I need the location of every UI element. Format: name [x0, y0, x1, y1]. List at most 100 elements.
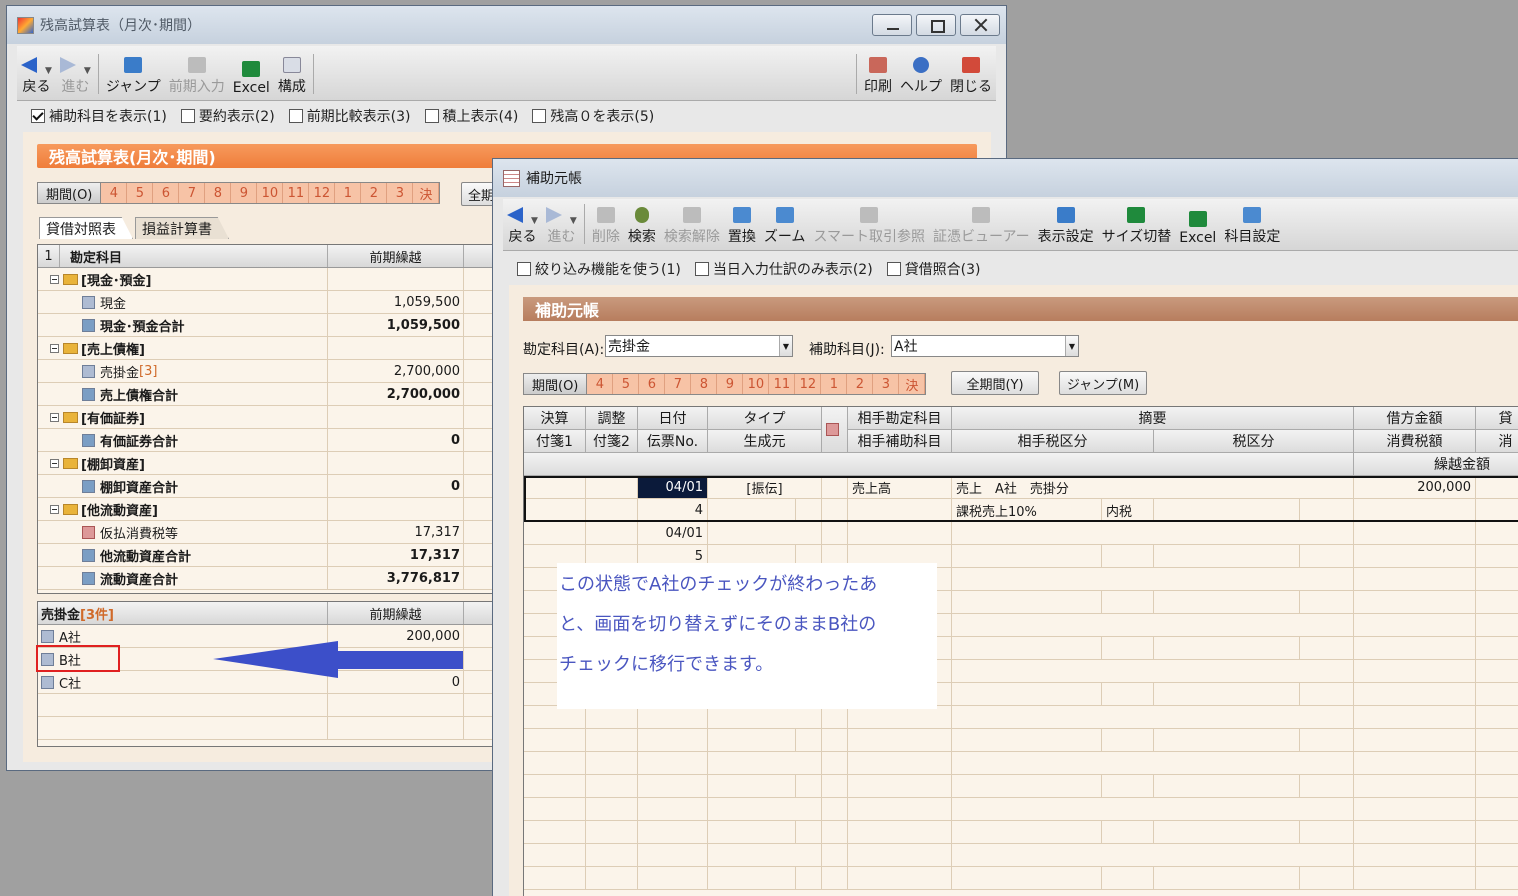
entry-adjust[interactable] [586, 752, 638, 775]
entry-partner-tax-mode[interactable] [1102, 683, 1154, 706]
toolbar-button-0[interactable]: ▼ 戻る [17, 46, 56, 100]
entry-adjust[interactable] [586, 729, 638, 752]
entry-partner-tax-mode[interactable] [1102, 821, 1154, 844]
entry-debit[interactable] [1354, 798, 1476, 821]
entry-date[interactable]: 04/01 [638, 476, 708, 499]
entry-partner[interactable] [848, 522, 952, 545]
month-12[interactable]: 決 [899, 374, 926, 394]
collapse-icon[interactable] [50, 458, 59, 468]
month-12[interactable]: 決 [413, 183, 440, 203]
toolbar-button-0[interactable]: ▼ 戻る [503, 199, 542, 250]
entry-slip-no[interactable] [638, 775, 708, 798]
month-10[interactable]: 2 [361, 183, 388, 203]
entry-partner-tax-mode[interactable] [1102, 775, 1154, 798]
entry-debit[interactable] [1354, 660, 1476, 683]
sub-table-row[interactable] [38, 694, 496, 717]
entry-partner-tax-mode[interactable] [1102, 637, 1154, 660]
toolbar-button-9[interactable]: 表示設定 [1034, 199, 1098, 250]
entry-tax-class2[interactable] [1300, 637, 1354, 660]
table-row[interactable]: [他流動資産] [38, 498, 496, 521]
entry-source[interactable] [708, 499, 796, 522]
entry-tax[interactable] [1354, 775, 1476, 798]
entry-partner-tax[interactable]: 課税売上10% [952, 499, 1102, 522]
month-4[interactable]: 8 [205, 183, 232, 203]
month-8[interactable]: 12 [309, 183, 336, 203]
caret-down-icon[interactable]: ▼ [45, 66, 52, 76]
entry-slip-no[interactable] [638, 867, 708, 890]
entry-settle[interactable] [524, 798, 586, 821]
tab-income-statement[interactable]: 損益計算書 [135, 217, 229, 239]
caret-down-icon[interactable]: ▼ [84, 66, 91, 76]
entry-partner-sub[interactable] [848, 775, 952, 798]
entry-settle[interactable] [524, 499, 586, 522]
sub-ledger-titlebar[interactable]: 補助元帳 [493, 159, 1518, 197]
entry-credit[interactable] [1476, 752, 1518, 775]
toolbar-button-10[interactable]: サイズ切替 [1098, 199, 1176, 250]
entry-credit[interactable] [1476, 729, 1518, 752]
toolbar-button-8[interactable]: 証憑ビューアー [929, 199, 1034, 250]
entry-tax-class[interactable] [1154, 499, 1300, 522]
entry-settle[interactable] [524, 821, 586, 844]
checkbox-box[interactable] [180, 109, 195, 123]
month-9[interactable]: 1 [821, 374, 848, 394]
entry-partner-sub[interactable] [848, 499, 952, 522]
entry-date[interactable]: 04/01 [638, 522, 708, 545]
entry-memo[interactable] [822, 706, 848, 729]
entry-memo[interactable] [822, 844, 848, 867]
toolbar-right-button-2[interactable]: 閉じる [946, 46, 996, 100]
sub-account-select[interactable]: A社 ▼ [891, 335, 1079, 357]
entry-type[interactable] [708, 752, 822, 775]
entry-settle[interactable] [524, 476, 586, 499]
option-checkbox-2[interactable]: 前期比較表示(3) [288, 106, 411, 126]
toolbar-button-4[interactable]: 検索解除 [660, 199, 724, 250]
entry-partner-tax-mode[interactable]: 内税 [1102, 499, 1154, 522]
entry-adjust[interactable] [586, 867, 638, 890]
entry-credit[interactable] [1476, 522, 1518, 545]
month-11[interactable]: 3 [873, 374, 900, 394]
entry-source2[interactable] [796, 775, 822, 798]
entry-partner-tax-mode[interactable] [1102, 867, 1154, 890]
entry-summary[interactable] [952, 522, 1354, 545]
table-row[interactable]: [棚卸資産] [38, 452, 496, 475]
entry-partner[interactable] [848, 752, 952, 775]
caret-down-icon[interactable]: ▼ [570, 216, 577, 226]
checkbox-box[interactable] [532, 109, 547, 123]
entry-tax[interactable] [1354, 499, 1476, 522]
toolbar-button-2[interactable]: ジャンプ [102, 46, 165, 100]
month-4[interactable]: 8 [691, 374, 718, 394]
entry-type[interactable] [708, 706, 822, 729]
period-label[interactable]: 期間(O) [524, 374, 588, 394]
month-0[interactable]: 4 [101, 183, 128, 203]
month-1[interactable]: 5 [127, 183, 154, 203]
entry-tax-class2[interactable] [1300, 775, 1354, 798]
checkbox-box[interactable] [886, 262, 901, 276]
jump-button[interactable]: ジャンプ(M) [1059, 371, 1147, 395]
checkbox-box[interactable] [694, 262, 709, 276]
entry-type[interactable]: [振伝] [708, 476, 822, 499]
entry-summary[interactable] [952, 844, 1354, 867]
month-0[interactable]: 4 [587, 374, 614, 394]
entry-adjust[interactable] [586, 775, 638, 798]
toolbar-button-12[interactable]: 科目設定 [1220, 199, 1284, 250]
entry-debit[interactable] [1354, 752, 1476, 775]
toolbar-right-button-1[interactable]: ヘルプ [896, 46, 946, 100]
collapse-icon[interactable] [50, 504, 59, 514]
option-checkbox-0[interactable]: 補助科目を表示(1) [31, 106, 167, 126]
entry-partner-tax-mode[interactable] [1102, 591, 1154, 614]
entry-credit[interactable] [1476, 683, 1518, 706]
entry-adjust[interactable] [586, 522, 638, 545]
month-6[interactable]: 10 [257, 183, 284, 203]
entry-summary[interactable] [952, 568, 1354, 591]
account-select[interactable]: 売掛金 ▼ [605, 335, 793, 357]
entry-debit[interactable] [1354, 614, 1476, 637]
entry-partner[interactable] [848, 798, 952, 821]
entry-adjust[interactable] [586, 844, 638, 867]
entry-credit[interactable] [1476, 568, 1518, 591]
entry-settle[interactable] [524, 752, 586, 775]
entry-partner-tax[interactable] [952, 683, 1102, 706]
entry-tax-class2[interactable] [1300, 683, 1354, 706]
entry-tax-class2[interactable] [1300, 591, 1354, 614]
entry-source[interactable] [708, 729, 796, 752]
entry-settle[interactable] [524, 706, 586, 729]
table-row[interactable]: 売上債権合計 2,700,000 [38, 383, 496, 406]
